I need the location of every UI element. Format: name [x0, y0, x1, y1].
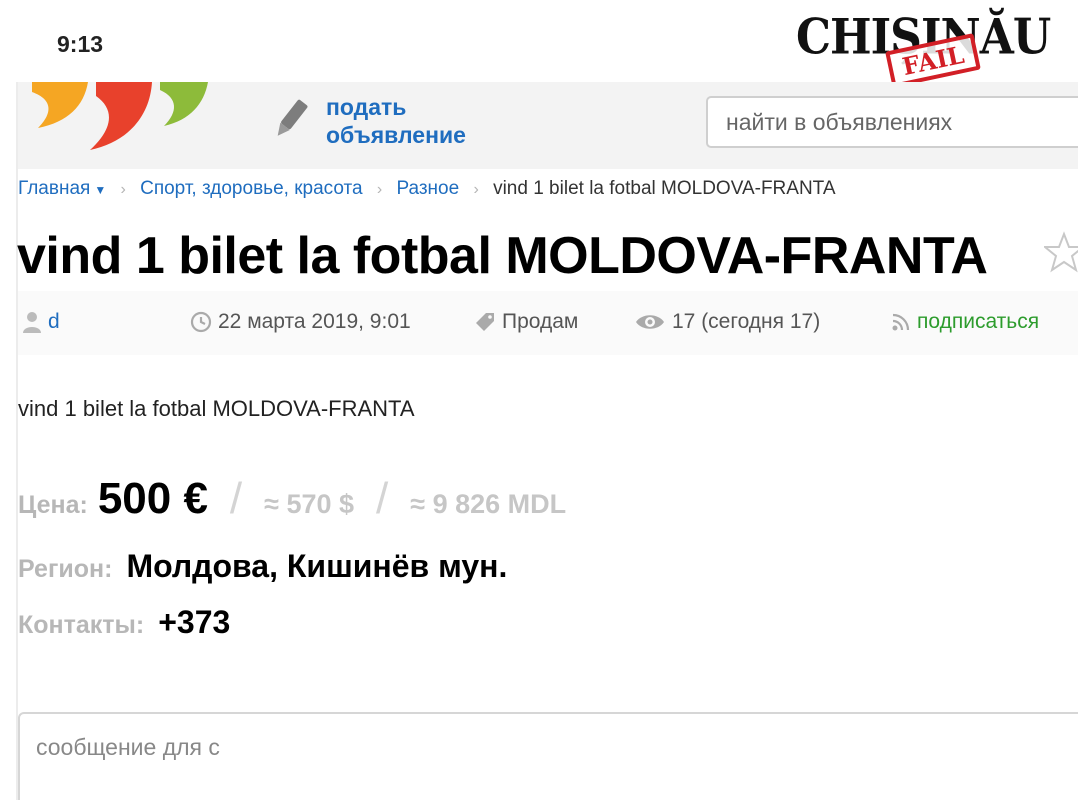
- screen: 9:13 CHIȘINĂU FAIL подать объявление най…: [0, 0, 1078, 800]
- post-ad-link[interactable]: подать объявление: [326, 93, 466, 149]
- price-usd: ≈ 570 $: [264, 489, 355, 519]
- breadcrumb-category[interactable]: Спорт, здоровье, красота: [140, 178, 362, 199]
- post-ad-line1: подать: [326, 94, 407, 120]
- meta-type-text: Продам: [502, 310, 579, 333]
- meta-user[interactable]: d: [22, 310, 60, 334]
- breadcrumb-current: vind 1 bilet la fotbal MOLDOVA-FRANTA: [493, 178, 836, 199]
- ad-title: vind 1 bilet la fotbal MOLDOVA-FRANTA: [17, 227, 988, 285]
- contacts-row: Контакты: +373: [18, 604, 230, 641]
- tag-icon: [476, 313, 494, 331]
- search-input[interactable]: найти в объявлениях: [706, 96, 1078, 148]
- meta-views: 17 (сегодня 17): [634, 310, 820, 334]
- price-label: Цена:: [18, 491, 88, 519]
- price-value: 500 €: [97, 474, 208, 523]
- meta-date-text: 22 марта 2019, 9:01: [218, 310, 411, 333]
- meta-views-text: 17 (сегодня 17): [672, 310, 821, 333]
- post-ad-line2: объявление: [326, 122, 466, 148]
- rss-icon: [892, 313, 910, 331]
- region-row: Регион: Молдова, Кишинёв мун.: [18, 548, 507, 585]
- meta-type: Продам: [474, 310, 578, 334]
- contacts-label: Контакты:: [18, 611, 145, 639]
- chevron-right-icon: ›: [120, 181, 126, 198]
- region-value: Молдова, Кишинёв мун.: [126, 548, 508, 584]
- price-divider: /: [229, 474, 243, 523]
- message-input[interactable]: сообщение для с: [18, 712, 1078, 800]
- eye-icon: [636, 315, 664, 329]
- price-mdl: ≈ 9 826 MDL: [410, 489, 567, 519]
- logo-quote-orange: [32, 82, 88, 128]
- pencil-icon[interactable]: [268, 96, 312, 144]
- chevron-down-icon[interactable]: ▼: [94, 183, 106, 197]
- logo-quote-green: [160, 82, 208, 126]
- star-icon[interactable]: [1044, 230, 1078, 274]
- ad-meta-bar: d 22 марта 2019, 9:01 Продам 17 (сегодня…: [18, 291, 1078, 355]
- price-divider: /: [376, 474, 389, 523]
- contacts-value[interactable]: +373: [158, 604, 230, 641]
- subscribe-link[interactable]: подписаться: [891, 310, 1039, 334]
- user-icon: [23, 312, 41, 333]
- region-label: Регион:: [18, 555, 113, 583]
- meta-date: 22 марта 2019, 9:01: [190, 310, 411, 334]
- subscribe-text[interactable]: подписаться: [917, 310, 1039, 334]
- breadcrumb-subcategory[interactable]: Разное: [396, 178, 459, 199]
- site-header: подать объявление найти в объявлениях: [18, 82, 1078, 169]
- site-logo[interactable]: [24, 82, 214, 152]
- breadcrumb-home[interactable]: Главная: [18, 178, 90, 199]
- logo-quote-red: [90, 82, 152, 150]
- price-row: Цена: 500 € / ≈ 570 $ / ≈ 9 826 MDL: [18, 474, 566, 524]
- chevron-right-icon: ›: [376, 181, 383, 198]
- clock-icon: [190, 311, 212, 333]
- ad-description: vind 1 bilet la fotbal MOLDOVA-FRANTA: [18, 396, 415, 421]
- breadcrumb: Главная ▼ › Спорт, здоровье, красота › Ра…: [18, 178, 836, 200]
- meta-user-name[interactable]: d: [48, 310, 60, 334]
- chevron-right-icon: ›: [473, 181, 479, 198]
- status-time: 9:13: [57, 31, 104, 57]
